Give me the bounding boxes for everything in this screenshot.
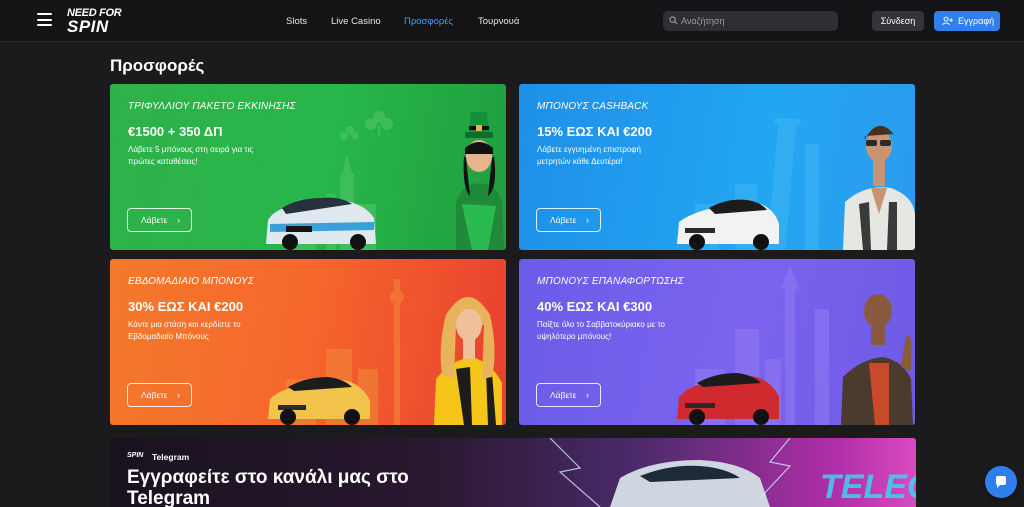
promo-description: Κάντε μια στάση και κερδίστε το Εβδομαδι… xyxy=(128,320,241,341)
telegram-banner[interactable]: TELEGRA SPIN Telegram Εγγραφείτε στο καν… xyxy=(110,438,916,507)
claim-label: Λάβετε xyxy=(141,390,168,400)
hamburger-menu-icon[interactable] xyxy=(37,13,52,26)
login-button[interactable]: Σύνδεση xyxy=(872,11,924,31)
nav-promotions[interactable]: Προσφορές xyxy=(404,16,453,27)
claim-label: Λάβετε xyxy=(550,390,577,400)
search-input[interactable] xyxy=(681,11,831,31)
welcome-promo-art xyxy=(266,111,504,250)
chevron-right-icon: › xyxy=(177,390,180,400)
chevron-right-icon: › xyxy=(586,390,589,400)
promo-category: ΜΠΟΝΟΥΣ CASHBACK xyxy=(537,101,649,112)
search-icon xyxy=(669,16,678,25)
claim-button[interactable]: Λάβετε › xyxy=(127,208,192,232)
promo-category: ΕΒΔΟΜΑΔΙΑΙΟ ΜΠΟΝΟΥΣ xyxy=(128,276,255,287)
promo-category: ΜΠΟΝΟΥΣ ΕΠΑΝΑΦΟΡΤΩΣΗΣ xyxy=(537,276,684,287)
page-title: Προσφορές xyxy=(110,56,205,75)
promo-amount: €1500 + 350 ΔΠ xyxy=(128,124,223,139)
search-box[interactable] xyxy=(663,11,838,31)
promo-amount: 40% ΕΩΣ ΚΑΙ €300 xyxy=(537,299,653,314)
add-user-icon xyxy=(942,16,953,26)
promo-amount: 15% ΕΩΣ ΚΑΙ €200 xyxy=(537,124,653,139)
promo-amount: 30% ΕΩΣ ΚΑΙ €200 xyxy=(128,299,244,314)
promo-description: Λάβετε 5 μπόνους στη σειρά για τις πρώτε… xyxy=(128,145,254,166)
chevron-right-icon: › xyxy=(586,215,589,225)
claim-button[interactable]: Λάβετε › xyxy=(536,208,601,232)
telegram-label: Telegram xyxy=(152,452,190,462)
claim-button[interactable]: Λάβετε › xyxy=(127,383,192,407)
weekly-promo-art xyxy=(268,279,502,425)
promo-card-weekly[interactable]: ΕΒΔΟΜΑΔΙΑΙΟ ΜΠΟΝΟΥΣ 30% ΕΩΣ ΚΑΙ €200 Κάν… xyxy=(110,259,506,425)
promo-description: Λάβετε εγγυημένη επιστροφή μετρητών κάθε… xyxy=(537,145,641,166)
promo-card-welcome[interactable]: ΤΡΙΦΥΛΛΙΟΥ ΠΑΚΕΤΟ ΕΚΚΙΝΗΣΗΣ €1500 + 350 … xyxy=(110,84,506,250)
nav-tournaments[interactable]: Τουρνουά xyxy=(478,16,519,27)
chat-bubble-icon xyxy=(996,476,1006,488)
promo-description: Παίξτε όλο το Σαββατοκύριακο με το υψηλό… xyxy=(537,320,665,341)
telegram-banner-art: TELEGRA xyxy=(549,438,916,507)
promo-card-reload[interactable]: ΜΠΟΝΟΥΣ ΕΠΑΝΑΦΟΡΤΩΣΗΣ 40% ΕΩΣ ΚΑΙ €300 Π… xyxy=(519,259,915,425)
reload-promo-art xyxy=(677,265,913,425)
register-label: Εγγραφή xyxy=(958,16,995,26)
site-logo[interactable]: NEED FOR SPIN xyxy=(67,7,141,35)
logo-line-2: SPIN xyxy=(67,17,109,36)
cashback-promo-art xyxy=(677,117,915,250)
telegram-art-text: TELEGRA xyxy=(820,468,916,506)
spin-logo: SPIN xyxy=(127,452,144,459)
live-chat-button[interactable] xyxy=(985,466,1017,498)
register-button[interactable]: Εγγραφή xyxy=(934,11,1000,31)
claim-button[interactable]: Λάβετε › xyxy=(536,383,601,407)
nav-slots[interactable]: Slots xyxy=(286,16,307,27)
claim-label: Λάβετε xyxy=(141,215,168,225)
promo-category: ΤΡΙΦΥΛΛΙΟΥ ΠΑΚΕΤΟ ΕΚΚΙΝΗΣΗΣ xyxy=(128,101,296,112)
promo-card-cashback[interactable]: ΜΠΟΝΟΥΣ CASHBACK 15% ΕΩΣ ΚΑΙ €200 Λάβετε… xyxy=(519,84,915,250)
nav-live-casino[interactable]: Live Casino xyxy=(331,16,381,27)
chevron-right-icon: › xyxy=(177,215,180,225)
claim-label: Λάβετε xyxy=(550,215,577,225)
top-header: NEED FOR SPIN Slots Live Casino Προσφορέ… xyxy=(0,0,1024,42)
telegram-headline: Εγγραφείτε στο κανάλι μας στο Telegram xyxy=(127,467,409,507)
